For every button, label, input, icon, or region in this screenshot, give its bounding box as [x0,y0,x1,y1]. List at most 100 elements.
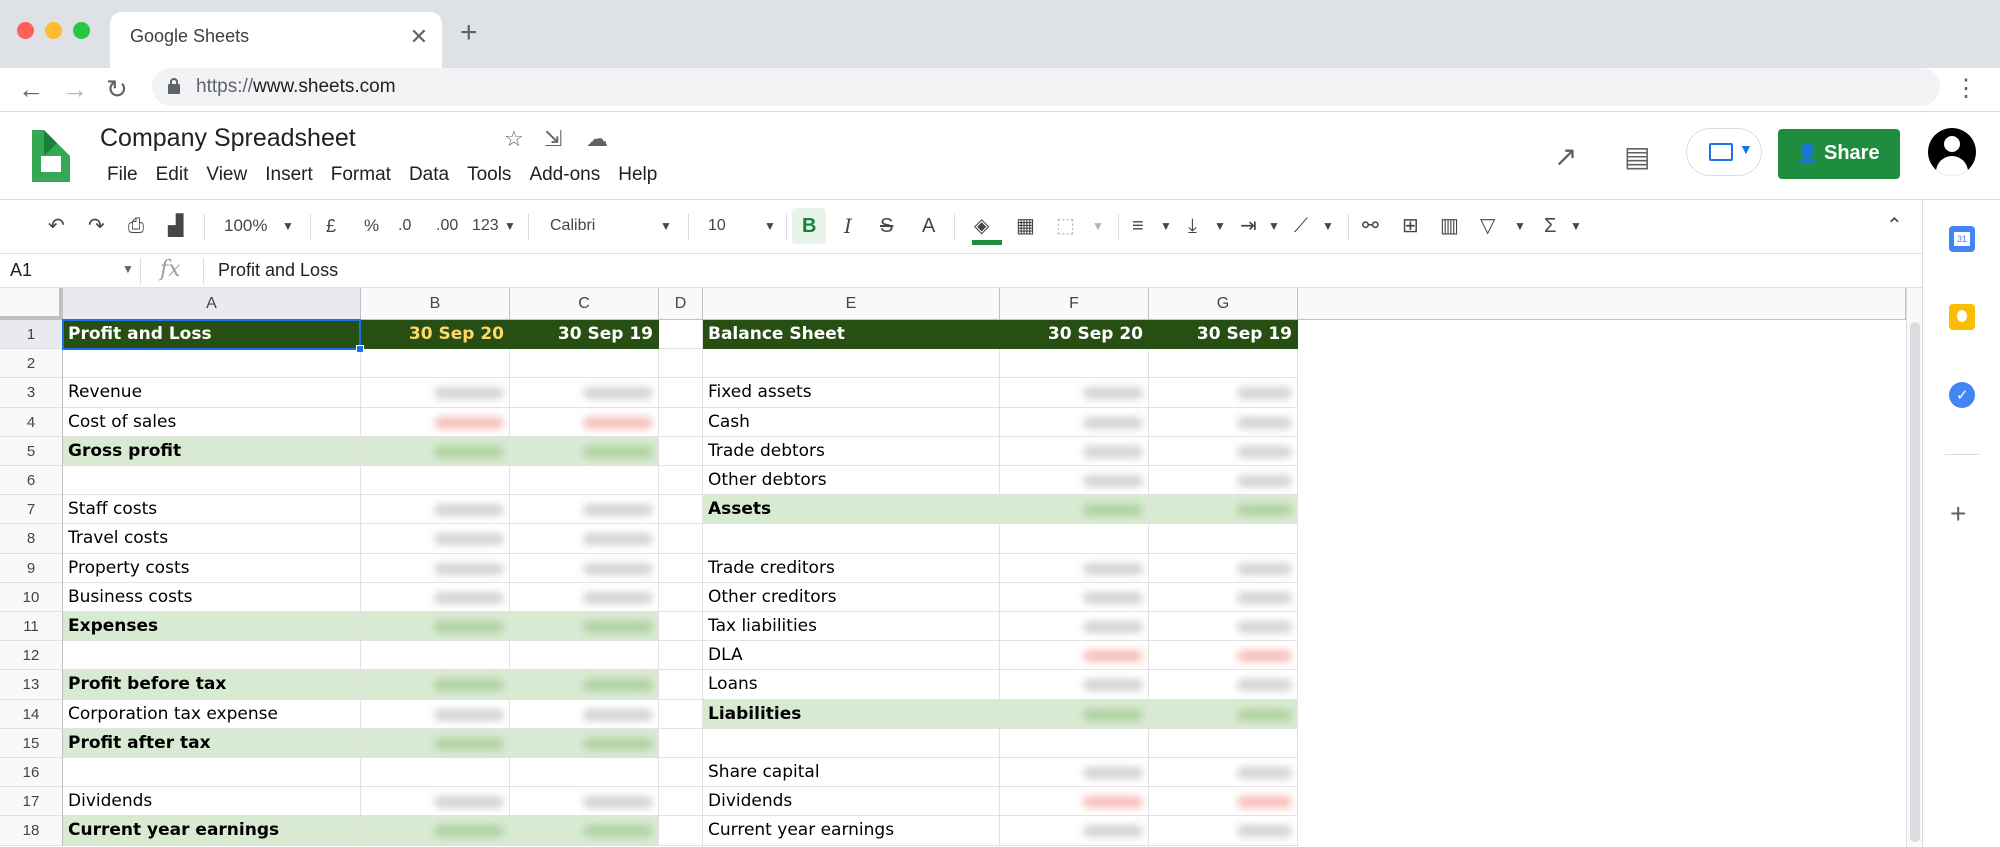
column-header-c[interactable]: C [510,288,659,320]
cell-c10[interactable] [510,582,659,612]
formula-input[interactable]: Profit and Loss [218,260,338,281]
fill-color-icon[interactable]: ◈ [974,214,989,238]
url-field[interactable]: https://www.sheets.com [152,68,1940,106]
print-icon[interactable]: ⎙ [128,214,144,238]
menu-edit[interactable]: Edit [147,164,198,186]
cell-d5[interactable] [659,436,703,466]
cell-a15[interactable]: Profit after tax [63,728,361,758]
menu-view[interactable]: View [197,164,256,186]
row-header-15[interactable]: 15 [0,728,63,758]
cell-a7[interactable]: Staff costs [63,495,361,525]
row-header-8[interactable]: 8 [0,524,63,554]
cell-a1[interactable]: Profit and Loss [63,320,361,350]
cell-b9[interactable] [361,553,510,583]
cell-c13[interactable] [510,670,659,700]
zoom-chevron-icon[interactable]: ▼ [282,214,294,238]
redo-icon[interactable]: ↷ [88,214,105,238]
cloud-status-icon[interactable]: ☁ [586,126,608,152]
cell-b5[interactable] [361,436,510,466]
window-minimize-dot[interactable] [45,22,62,39]
vertical-scrollbar[interactable] [1906,288,1922,847]
cell-c11[interactable] [510,612,659,642]
cell-a13[interactable]: Profit before tax [63,670,361,700]
cell-a18[interactable]: Current year earnings [63,816,361,846]
row-header-1[interactable]: 1 [0,320,63,350]
cell-c7[interactable] [510,495,659,525]
cell-a8[interactable]: Travel costs [63,524,361,554]
avatar[interactable] [1928,128,1976,176]
cell-d2[interactable] [659,349,703,379]
menu-add-ons[interactable]: Add-ons [520,164,609,186]
forward-icon[interactable]: → [62,74,88,104]
filter-icon[interactable]: ▽ [1480,214,1495,238]
currency-format-button[interactable]: £ [326,214,336,238]
horizontal-align-icon[interactable]: ≡ [1132,214,1144,238]
cell-b14[interactable] [361,699,510,729]
cell-b6[interactable] [361,466,510,496]
text-color-icon[interactable]: A [922,214,935,238]
cell-d11[interactable] [659,612,703,642]
font-size-select[interactable]: 10 [708,214,726,238]
menu-format[interactable]: Format [322,164,400,186]
insert-comment-icon[interactable]: ⊞ [1402,214,1419,238]
filter-chevron-icon[interactable]: ▼ [1514,214,1526,238]
insert-chart-icon[interactable]: ▥ [1440,214,1459,238]
cell-g7[interactable] [1149,495,1298,525]
cell-g3[interactable] [1149,378,1298,408]
menu-help[interactable]: Help [609,164,666,186]
cell-d16[interactable] [659,758,703,788]
cell-c8[interactable] [510,524,659,554]
cell-c3[interactable] [510,378,659,408]
move-to-folder-icon[interactable]: ⇲ [544,126,562,152]
rotation-chevron-icon[interactable]: ▼ [1322,214,1334,238]
cell-a2[interactable] [63,349,361,379]
cell-e15[interactable] [703,728,1000,758]
cell-b3[interactable] [361,378,510,408]
cell-f7[interactable] [1000,495,1149,525]
cell-a11[interactable]: Expenses [63,612,361,642]
cell-a6[interactable] [63,466,361,496]
borders-icon[interactable]: ▦ [1016,214,1035,238]
font-chevron-icon[interactable]: ▼ [660,214,672,238]
functions-chevron-icon[interactable]: ▼ [1570,214,1582,238]
row-header-3[interactable]: 3 [0,378,63,408]
row-header-11[interactable]: 11 [0,612,63,642]
cell-g14[interactable] [1149,699,1298,729]
cell-d10[interactable] [659,582,703,612]
cell-e18[interactable]: Current year earnings [703,816,1000,846]
new-tab-icon[interactable]: + [460,18,478,48]
keep-icon[interactable] [1949,304,1975,330]
cell-e1[interactable]: Balance Sheet [703,320,1000,350]
row-header-2[interactable]: 2 [0,349,63,379]
column-header-a[interactable]: A [63,288,361,320]
increase-decimal-button[interactable]: .00 [436,214,458,238]
cell-g1[interactable]: 30 Sep 19 [1149,320,1298,350]
cell-d9[interactable] [659,553,703,583]
cell-d6[interactable] [659,466,703,496]
calendar-icon[interactable]: 31 [1949,226,1975,252]
cell-d12[interactable] [659,641,703,671]
row-header-9[interactable]: 9 [0,553,63,583]
cell-g15[interactable] [1149,728,1298,758]
cell-c17[interactable] [510,787,659,817]
cell-c15[interactable] [510,728,659,758]
cell-f11[interactable] [1000,612,1149,642]
cell-b15[interactable] [361,728,510,758]
activity-trend-icon[interactable]: ↗ [1554,140,1577,173]
cell-f15[interactable] [1000,728,1149,758]
browser-menu-icon[interactable]: ⋮ [1954,74,1978,103]
cell-a4[interactable]: Cost of sales [63,407,361,437]
cell-e4[interactable]: Cash [703,407,1000,437]
cell-f10[interactable] [1000,582,1149,612]
add-on-plus-icon[interactable]: + [1950,498,1966,530]
cell-g5[interactable] [1149,436,1298,466]
cell-g10[interactable] [1149,582,1298,612]
window-maximize-dot[interactable] [73,22,90,39]
cell-c12[interactable] [510,641,659,671]
cell-d17[interactable] [659,787,703,817]
cell-b4[interactable] [361,407,510,437]
menu-data[interactable]: Data [400,164,458,186]
column-header-d[interactable]: D [659,288,703,320]
cell-c1[interactable]: 30 Sep 19 [510,320,659,350]
cell-d7[interactable] [659,495,703,525]
